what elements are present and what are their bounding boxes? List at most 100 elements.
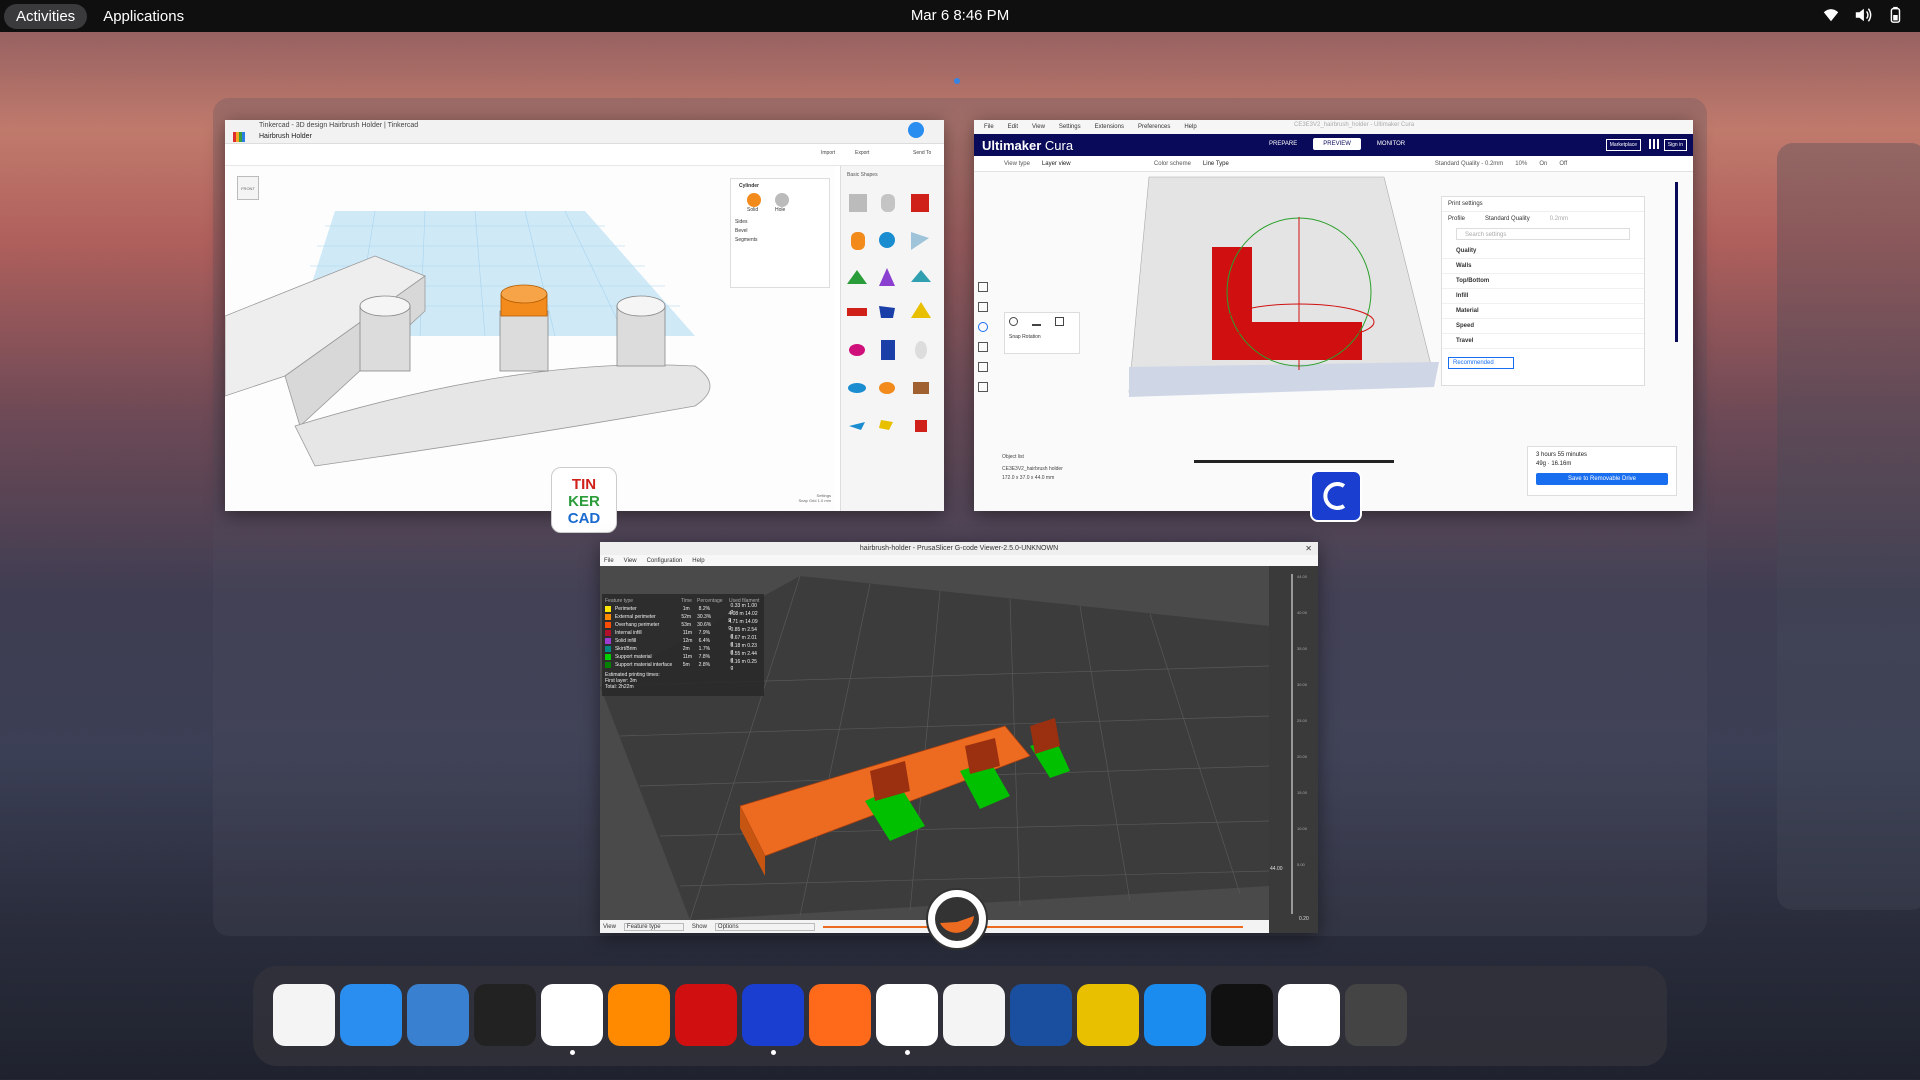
close-icon[interactable]: ✕ bbox=[1305, 542, 1312, 555]
app-grid-icon[interactable] bbox=[1345, 984, 1407, 1046]
inkscape-icon[interactable] bbox=[474, 984, 536, 1046]
tab-preview[interactable]: PREVIEW bbox=[1313, 138, 1361, 150]
paraboloid-icon[interactable] bbox=[849, 344, 865, 356]
solid-option[interactable]: Solid bbox=[747, 193, 761, 213]
category-infill[interactable]: Infill bbox=[1442, 289, 1644, 304]
object-list[interactable]: Object list CE3E3V2_hairbrush holder 172… bbox=[1002, 454, 1063, 481]
print-settings-panel[interactable]: Print settings Profile Standard Quality … bbox=[1441, 196, 1645, 386]
gcode-3d-view[interactable]: Feature type Time Percentage Used filame… bbox=[600, 566, 1270, 921]
menu-settings[interactable]: Settings bbox=[1059, 124, 1081, 130]
per-model-settings-icon[interactable] bbox=[978, 362, 988, 372]
profile-summary[interactable]: Standard Quality - 0.2mm bbox=[1435, 161, 1503, 167]
category-quality[interactable]: Quality bbox=[1442, 244, 1644, 259]
category-speed[interactable]: Speed bbox=[1442, 319, 1644, 334]
cylinder-selected-top[interactable] bbox=[500, 284, 548, 304]
applications-menu[interactable]: Applications bbox=[91, 4, 196, 29]
meshlab-icon[interactable] bbox=[943, 984, 1005, 1046]
yellow-3d-icon[interactable] bbox=[1077, 984, 1139, 1046]
category-top-bottom[interactable]: Top/Bottom bbox=[1442, 274, 1644, 289]
show-select[interactable]: Options bbox=[714, 922, 815, 931]
cura-window[interactable]: File Edit View Settings Extensions Prefe… bbox=[974, 120, 1693, 511]
mirror-tool-icon[interactable] bbox=[978, 342, 988, 352]
save-to-removable-drive-button[interactable]: Save to Removable Drive bbox=[1536, 473, 1668, 485]
heart-icon[interactable] bbox=[915, 420, 927, 432]
object-list-toggle[interactable]: Object list bbox=[1002, 454, 1063, 460]
tinkercad-window[interactable]: Tinkercad - 3D design Hairbrush Holder |… bbox=[225, 120, 944, 511]
select-face-icon[interactable] bbox=[1055, 317, 1064, 326]
fish-icon[interactable] bbox=[849, 422, 865, 430]
export-label[interactable]: Export bbox=[855, 150, 869, 156]
next-workspace-thumbnail[interactable] bbox=[1777, 143, 1920, 910]
sphere-icon[interactable] bbox=[879, 232, 895, 248]
view-select[interactable]: Feature type bbox=[623, 922, 684, 931]
snap-grid[interactable]: Settings Snap Grid 1.0 mm bbox=[799, 493, 831, 503]
sign-in-button[interactable]: Sign in bbox=[1663, 139, 1687, 151]
roof-icon[interactable] bbox=[847, 270, 867, 284]
polygon-icon[interactable] bbox=[879, 306, 895, 318]
software-store-icon[interactable] bbox=[273, 984, 335, 1046]
shape-inspector[interactable]: Cylinder Solid Hole Sides Bevel Segments bbox=[730, 178, 830, 288]
screen-tool-icon[interactable] bbox=[1144, 984, 1206, 1046]
layer-height-slider[interactable]: 44.00 40.00 35.00 30.00 25.00 20.00 15.00 10.00… bbox=[1269, 566, 1318, 933]
menu-extensions[interactable]: Extensions bbox=[1095, 124, 1124, 130]
settings-search[interactable]: Search settings bbox=[1456, 228, 1630, 240]
blender-icon[interactable] bbox=[608, 984, 670, 1046]
freecad-icon[interactable] bbox=[675, 984, 737, 1046]
green-curve-icon[interactable] bbox=[1278, 984, 1340, 1046]
layer-slider-vertical[interactable] bbox=[1675, 182, 1678, 342]
import-label[interactable]: Import bbox=[821, 150, 835, 156]
menu-edit[interactable]: Edit bbox=[1008, 124, 1018, 130]
lay-flat-icon[interactable] bbox=[1032, 317, 1041, 326]
system-status-area[interactable] bbox=[1822, 6, 1904, 24]
horizontal-layer-slider[interactable] bbox=[822, 925, 1243, 928]
support-blocker-icon[interactable] bbox=[978, 382, 988, 392]
menu-preferences[interactable]: Preferences bbox=[1138, 124, 1170, 130]
menu-help[interactable]: Help bbox=[1184, 124, 1196, 130]
dark-bird-icon[interactable] bbox=[1211, 984, 1273, 1046]
tube-icon[interactable] bbox=[881, 340, 895, 360]
sweet-home-icon[interactable] bbox=[1010, 984, 1072, 1046]
hole-option[interactable]: Hole bbox=[775, 193, 789, 213]
category-walls[interactable]: Walls bbox=[1442, 259, 1644, 274]
menu-configuration[interactable]: Configuration bbox=[647, 558, 683, 564]
apps-grid-icon[interactable] bbox=[1649, 139, 1659, 149]
star-icon[interactable] bbox=[879, 420, 893, 430]
snap-rotation-checkbox[interactable]: Snap Rotation bbox=[1009, 334, 1041, 340]
cylinder-hole-icon[interactable] bbox=[881, 194, 895, 212]
text-icon[interactable] bbox=[847, 308, 867, 316]
reset-rotation-icon[interactable] bbox=[1009, 317, 1018, 326]
tinkercad-icon[interactable] bbox=[541, 984, 603, 1046]
tab-monitor[interactable]: MONITOR bbox=[1367, 138, 1415, 150]
shape-library[interactable]: Basic Shapes bbox=[840, 166, 944, 511]
design-name[interactable]: Hairbrush Holder bbox=[259, 133, 312, 140]
clock[interactable]: Mar 6 8:46 PM bbox=[911, 7, 1009, 24]
object-name[interactable]: CE3E3V2_hairbrush holder bbox=[1002, 466, 1063, 472]
library-selector[interactable]: Basic Shapes bbox=[841, 166, 944, 184]
wedge-icon[interactable] bbox=[913, 382, 929, 394]
view-type-select[interactable]: Layer view bbox=[1042, 161, 1142, 167]
menu-file[interactable]: File bbox=[604, 558, 614, 564]
user-avatar[interactable] bbox=[908, 122, 924, 138]
cylinder-icon[interactable] bbox=[851, 232, 865, 250]
prusaslicer-gcode-viewer-window[interactable]: hairbrush-holder - PrusaSlicer G-code Vi… bbox=[600, 542, 1318, 933]
category-travel[interactable]: Travel bbox=[1442, 334, 1644, 349]
scale-tool-icon[interactable] bbox=[978, 302, 988, 312]
egg-icon[interactable] bbox=[915, 341, 927, 359]
rotate-panel[interactable]: Snap Rotation bbox=[1004, 312, 1080, 354]
box-icon[interactable] bbox=[911, 194, 929, 212]
cone-icon[interactable] bbox=[879, 268, 895, 286]
activities-button[interactable]: Activities bbox=[4, 3, 88, 29]
round-roof-icon[interactable] bbox=[911, 270, 931, 282]
tab-prepare[interactable]: PREPARE bbox=[1259, 138, 1307, 150]
color-scheme-select[interactable]: Line Type bbox=[1203, 161, 1423, 167]
openscad-icon[interactable] bbox=[809, 984, 871, 1046]
profile-value[interactable]: Standard Quality bbox=[1485, 216, 1530, 222]
layer-slider-horizontal[interactable] bbox=[1194, 460, 1394, 463]
profile-row[interactable]: Profile Standard Quality 0.2mm bbox=[1442, 212, 1644, 226]
category-material[interactable]: Material bbox=[1442, 304, 1644, 319]
cura-icon[interactable] bbox=[742, 984, 804, 1046]
chromium-icon[interactable] bbox=[340, 984, 402, 1046]
pyramid-icon[interactable] bbox=[911, 302, 931, 318]
menu-file[interactable]: File bbox=[984, 124, 994, 130]
files-icon[interactable] bbox=[407, 984, 469, 1046]
